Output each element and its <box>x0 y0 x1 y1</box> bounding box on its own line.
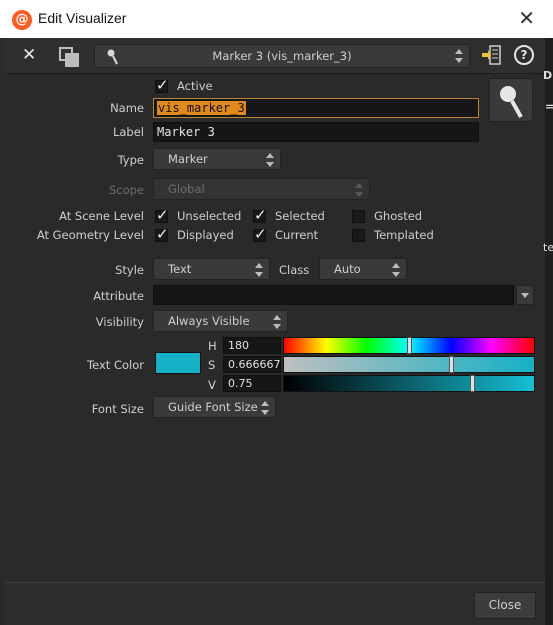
magnifier-large-icon <box>500 86 523 118</box>
ghosted-checkbox[interactable] <box>352 210 365 223</box>
unselected-checkbox[interactable] <box>155 206 169 224</box>
value-value: 0.75 <box>228 377 253 390</box>
text-color-label: Text Color <box>87 358 144 372</box>
attribute-field[interactable] <box>153 285 514 305</box>
copy-visualizer-icon[interactable] <box>59 47 79 67</box>
geometry-level-label: At Geometry Level <box>36 228 144 242</box>
hue-field[interactable]: 180 <box>223 337 281 354</box>
type-label: Type <box>117 153 144 167</box>
label-value: Marker 3 <box>157 125 215 139</box>
class-label: Class <box>279 263 310 277</box>
attribute-dropdown-icon[interactable] <box>516 285 534 305</box>
current-checkbox[interactable] <box>253 225 267 243</box>
font-size-value: Guide Font Size <box>168 400 258 414</box>
name-value: vis_marker_3 <box>157 101 246 115</box>
value-slider-handle[interactable] <box>470 375 475 392</box>
background-text-fragment: = <box>545 100 553 113</box>
active-label: Active <box>177 79 213 93</box>
templated-label: Templated <box>374 228 434 242</box>
visibility-dropdown[interactable]: Always Visible <box>153 310 288 332</box>
close-button[interactable]: Close <box>474 592 536 619</box>
pin-visualizer-icon[interactable] <box>481 45 501 65</box>
value-field[interactable]: 0.75 <box>223 375 281 392</box>
templated-checkbox[interactable] <box>352 229 365 242</box>
scope-value: Global <box>168 182 205 196</box>
label-label: Label <box>112 125 144 139</box>
class-value: Auto <box>334 262 361 276</box>
help-icon[interactable]: ? <box>514 45 534 65</box>
name-label: Name <box>110 101 144 115</box>
style-value: Text <box>168 262 192 276</box>
ghosted-label: Ghosted <box>374 209 423 223</box>
text-color-swatch[interactable] <box>155 352 201 374</box>
visibility-spin-icon <box>273 314 281 330</box>
saturation-slider[interactable] <box>283 356 535 373</box>
saturation-field[interactable]: 0.666667 <box>223 356 281 373</box>
selector-spin-icon <box>455 48 463 64</box>
hue-label: H <box>208 339 217 353</box>
hue-slider[interactable] <box>283 337 535 354</box>
type-dropdown[interactable]: Marker <box>153 148 281 170</box>
background-text-fragment: te <box>543 241 553 254</box>
visualizer-selector-label: Marker 3 (vis_marker_3) <box>212 49 352 63</box>
value-label: V <box>208 378 216 392</box>
saturation-value: 0.666667 <box>228 358 281 371</box>
window-title: Edit Visualizer <box>38 10 127 26</box>
scope-label: Scope <box>108 183 144 197</box>
dialog-footer: Close <box>4 582 545 625</box>
class-spin-icon <box>392 262 400 278</box>
background-window-strip: D = te <box>543 38 553 625</box>
window-close-icon[interactable]: ✕ <box>518 6 535 30</box>
scope-dropdown: Global <box>153 178 370 200</box>
saturation-label: S <box>208 358 216 372</box>
hue-value: 180 <box>228 339 249 352</box>
houdini-logo-icon: @ <box>12 10 32 30</box>
displayed-label: Displayed <box>177 228 234 242</box>
displayed-checkbox[interactable] <box>155 225 169 243</box>
value-slider[interactable] <box>283 375 535 392</box>
scope-spin-icon <box>355 182 363 198</box>
selected-label: Selected <box>275 209 325 223</box>
font-size-dropdown[interactable]: Guide Font Size <box>153 396 276 418</box>
properties-panel: Active Name vis_marker_3 Label Marker 3 … <box>4 74 545 582</box>
style-dropdown[interactable]: Text <box>153 258 270 280</box>
scene-level-label: At Scene Level <box>59 209 144 223</box>
delete-visualizer-icon[interactable]: ✕ <box>22 45 36 65</box>
hue-slider-handle[interactable] <box>407 337 412 354</box>
style-label: Style <box>115 263 144 277</box>
edit-visualizer-window: @ Edit Visualizer ✕ ✕ Marker 3 (vis_mark… <box>0 0 553 625</box>
saturation-slider-handle[interactable] <box>449 356 454 373</box>
visibility-value: Always Visible <box>168 314 250 328</box>
background-text-fragment: D <box>543 69 553 82</box>
font-size-label: Font Size <box>91 402 144 416</box>
visualizer-selector[interactable]: Marker 3 (vis_marker_3) <box>94 44 470 68</box>
attribute-label: Attribute <box>93 289 144 303</box>
unselected-label: Unselected <box>177 209 242 223</box>
visualizer-type-icon <box>489 78 533 122</box>
title-bar: @ Edit Visualizer ✕ <box>0 0 553 38</box>
font-size-spin-icon <box>261 400 269 416</box>
label-field[interactable]: Marker 3 <box>153 122 479 142</box>
visibility-label: Visibility <box>95 315 144 329</box>
class-dropdown[interactable]: Auto <box>319 258 407 280</box>
name-field[interactable]: vis_marker_3 <box>153 98 479 118</box>
active-checkbox[interactable] <box>155 76 169 94</box>
current-label: Current <box>275 228 319 242</box>
type-spin-icon <box>266 152 274 168</box>
style-spin-icon <box>255 262 263 278</box>
toolbar: ✕ Marker 3 (vis_marker_3) ? <box>4 38 545 74</box>
selected-checkbox[interactable] <box>253 206 267 224</box>
type-value: Marker <box>168 152 208 166</box>
